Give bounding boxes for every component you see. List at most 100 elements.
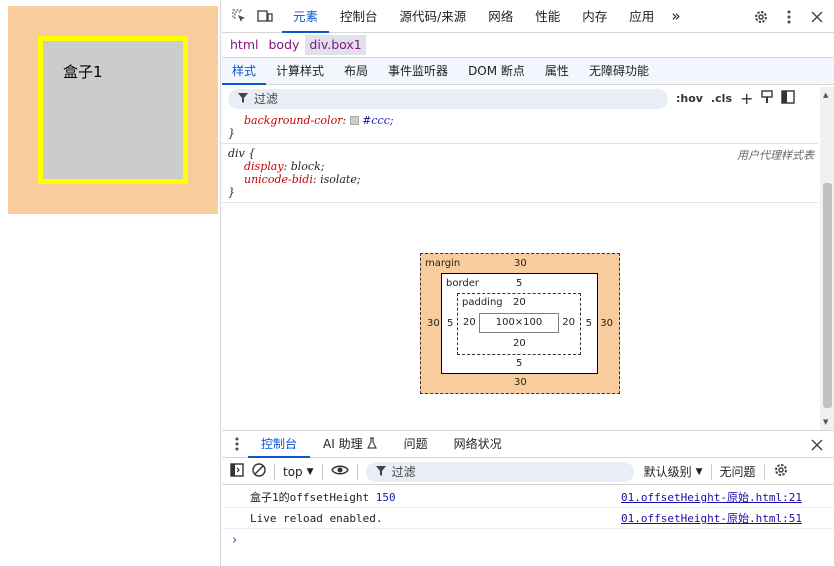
css-prop-display: display bbox=[244, 160, 284, 173]
box-model-border[interactable]: border 5 5 5 5 padding 20 20 20 20 100×1… bbox=[441, 273, 598, 374]
breadcrumb-html[interactable]: html bbox=[226, 35, 262, 55]
subtab-layout[interactable]: 布局 bbox=[334, 58, 378, 85]
chevron-down-icon: ▼ bbox=[306, 466, 314, 477]
log-level-label: 默认级别 bbox=[643, 465, 692, 479]
breadcrumb-div-box1[interactable]: div.box1 bbox=[305, 35, 366, 55]
issues-count-button[interactable]: 无问题 bbox=[720, 463, 756, 480]
drawer-menu-icon[interactable] bbox=[226, 433, 248, 455]
more-options-icon[interactable] bbox=[778, 6, 800, 28]
console-sidebar-icon[interactable] bbox=[230, 463, 244, 480]
box1-text: 盒子1 bbox=[63, 63, 103, 81]
box-model-padding[interactable]: padding 20 20 20 20 100×100 bbox=[457, 293, 581, 355]
toggle-sidebar-icon[interactable] bbox=[781, 90, 796, 107]
drawer-tab-console[interactable]: 控制台 bbox=[248, 431, 311, 458]
subtab-styles[interactable]: 样式 bbox=[222, 58, 267, 85]
scrollbar-thumb[interactable] bbox=[823, 183, 832, 408]
clear-console-icon[interactable] bbox=[252, 463, 266, 480]
border-top-value[interactable]: 5 bbox=[516, 278, 522, 289]
console-toolbar: top ▼ 过滤 默认级别 ▼ 无问题 bbox=[222, 459, 834, 485]
close-drawer-icon[interactable] bbox=[806, 434, 828, 456]
rule-box1: background-color: #ccc; } bbox=[222, 114, 818, 144]
box-model-content-size[interactable]: 100×100 bbox=[479, 313, 559, 333]
css-val-background-color[interactable]: #ccc; bbox=[362, 114, 393, 127]
styles-subtabs: 样式 计算样式 布局 事件监听器 DOM 断点 属性 无障碍功能 bbox=[222, 58, 834, 85]
border-right-value[interactable]: 5 bbox=[586, 318, 592, 329]
tab-console[interactable]: 控制台 bbox=[329, 0, 389, 33]
box1-margin-area: 盒子1 bbox=[8, 6, 218, 214]
css-selector-div[interactable]: div { bbox=[222, 147, 818, 160]
box-model-margin[interactable]: margin 30 30 30 30 border 5 5 5 5 paddin… bbox=[420, 253, 620, 394]
css-prop-unicode-bidi: unicode-bidi bbox=[244, 173, 313, 186]
css-prop-background-color[interactable]: background-color bbox=[228, 114, 342, 127]
tab-memory[interactable]: 内存 bbox=[571, 0, 618, 33]
box1[interactable]: 盒子1 bbox=[38, 36, 188, 184]
scroll-down-arrow-icon[interactable]: ▼ bbox=[823, 418, 828, 426]
subtab-accessibility[interactable]: 无障碍功能 bbox=[579, 58, 659, 85]
more-tabs-icon[interactable]: » bbox=[665, 0, 686, 33]
console-source-link[interactable]: 01.offsetHeight-原始.html:51 bbox=[621, 508, 802, 529]
padding-left-value[interactable]: 20 bbox=[463, 317, 476, 328]
padding-right-value[interactable]: 20 bbox=[562, 317, 575, 328]
context-selector[interactable]: top ▼ bbox=[283, 465, 314, 479]
scroll-up-arrow-icon[interactable]: ▲ bbox=[823, 91, 828, 99]
box-model-margin-label: margin bbox=[425, 258, 461, 269]
user-agent-stylesheet-label: 用户代理样式表 bbox=[737, 149, 814, 162]
margin-left-value[interactable]: 30 bbox=[427, 318, 440, 329]
subtab-computed[interactable]: 计算样式 bbox=[266, 58, 334, 85]
border-bottom-value[interactable]: 5 bbox=[516, 358, 522, 369]
console-settings-gear-icon[interactable] bbox=[773, 462, 789, 481]
styles-filter-input[interactable]: 过滤 bbox=[228, 88, 668, 109]
device-toolbar-icon[interactable] bbox=[254, 5, 276, 27]
inspect-element-icon[interactable] bbox=[228, 5, 250, 27]
tab-application[interactable]: 应用 bbox=[618, 0, 665, 33]
margin-bottom-value[interactable]: 30 bbox=[514, 377, 527, 388]
styles-filter-bar: 过滤 :hov .cls + bbox=[222, 85, 834, 112]
padding-top-value[interactable]: 20 bbox=[513, 297, 526, 308]
subtab-properties[interactable]: 属性 bbox=[535, 58, 579, 85]
flask-icon bbox=[366, 436, 377, 452]
tab-performance[interactable]: 性能 bbox=[524, 0, 571, 33]
drawer-tab-issues[interactable]: 问题 bbox=[391, 431, 441, 458]
filter-icon bbox=[375, 465, 386, 479]
close-devtools-icon[interactable] bbox=[806, 6, 828, 28]
new-style-rule-icon[interactable]: + bbox=[740, 89, 753, 108]
devtools-panel: 元素 控制台 源代码/来源 网络 性能 内存 应用 » html body di… bbox=[222, 0, 834, 566]
toolbar-separator bbox=[321, 463, 323, 480]
console-message-text: 盒子1的offsetHeight bbox=[250, 491, 370, 504]
box-model-padding-label: padding bbox=[462, 297, 503, 308]
hov-button[interactable]: :hov bbox=[676, 92, 703, 105]
color-swatch[interactable] bbox=[349, 116, 359, 125]
css-val-display: block; bbox=[290, 160, 325, 173]
box-model-border-label: border bbox=[446, 278, 480, 289]
padding-bottom-value[interactable]: 20 bbox=[513, 338, 526, 349]
margin-top-value[interactable]: 30 bbox=[514, 258, 527, 269]
styles-filter-placeholder: 过滤 bbox=[254, 92, 279, 106]
drawer-tab-network-conditions[interactable]: 网络状况 bbox=[441, 431, 515, 458]
toolbar-separator bbox=[356, 463, 358, 480]
live-expression-eye-icon[interactable] bbox=[330, 464, 349, 479]
paint-brush-icon[interactable] bbox=[761, 90, 774, 107]
breadcrumb-body[interactable]: body bbox=[264, 35, 303, 55]
subtab-event-listeners[interactable]: 事件监听器 bbox=[378, 58, 458, 85]
styles-scrollbar[interactable]: ▲ ▼ bbox=[820, 87, 834, 430]
drawer-tab-ai-assistant[interactable]: AI 助理 bbox=[310, 431, 367, 458]
console-prompt[interactable]: › bbox=[232, 533, 237, 548]
tab-sources[interactable]: 源代码/来源 bbox=[389, 0, 478, 33]
settings-gear-icon[interactable] bbox=[750, 6, 772, 28]
subtab-dom-breakpoints[interactable]: DOM 断点 bbox=[458, 58, 535, 85]
console-message-text: Live reload enabled. bbox=[250, 512, 383, 525]
toolbar-separator bbox=[763, 463, 765, 480]
cls-button[interactable]: .cls bbox=[711, 92, 732, 105]
console-source-link[interactable]: 01.offsetHeight-原始.html:21 bbox=[621, 487, 802, 508]
tab-network[interactable]: 网络 bbox=[477, 0, 524, 33]
log-level-dropdown[interactable]: 默认级别 ▼ bbox=[644, 463, 703, 480]
css-val-unicode-bidi: isolate; bbox=[320, 173, 361, 186]
margin-right-value[interactable]: 30 bbox=[600, 318, 613, 329]
page-viewport: 盒子1 bbox=[0, 0, 221, 566]
tab-elements[interactable]: 元素 bbox=[282, 0, 330, 33]
console-filter-input[interactable]: 过滤 bbox=[365, 461, 634, 482]
console-filter-placeholder: 过滤 bbox=[391, 465, 416, 479]
console-message: Live reload enabled. 01.offsetHeight-原始.… bbox=[222, 508, 834, 529]
border-left-value[interactable]: 5 bbox=[447, 318, 453, 329]
devtools-toolbar: 元素 控制台 源代码/来源 网络 性能 内存 应用 » bbox=[222, 0, 834, 33]
